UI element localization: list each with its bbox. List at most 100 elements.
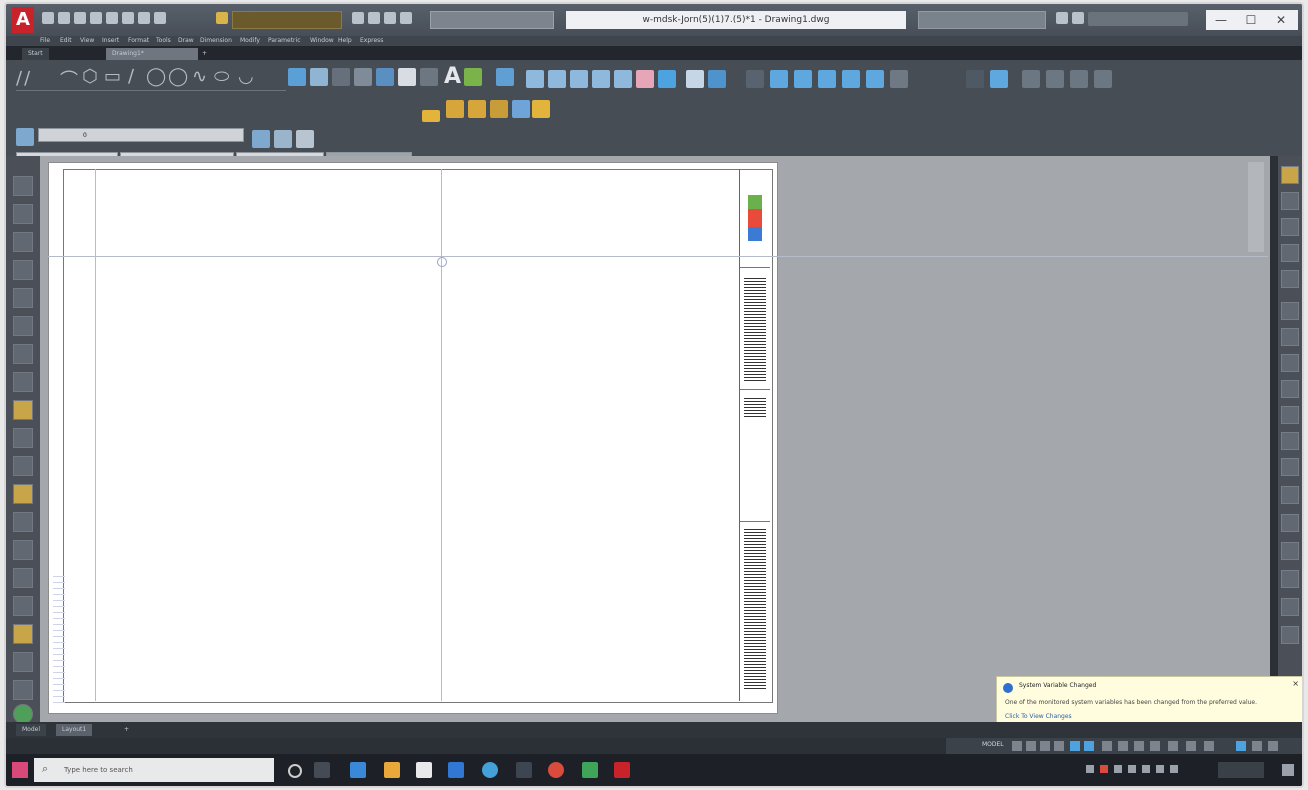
layer-dropdown[interactable]: 0	[38, 128, 244, 142]
pencil-icon[interactable]	[1281, 166, 1299, 184]
modify-palette-icon[interactable]	[1281, 486, 1299, 504]
dim-tool-icon[interactable]	[966, 70, 984, 88]
multiline-text-icon[interactable]: A	[444, 64, 461, 89]
palette-tool-icon[interactable]	[13, 288, 33, 308]
rectangle-icon[interactable]: ▭	[104, 66, 121, 87]
volume-icon[interactable]	[1156, 765, 1164, 773]
ellipse-icon[interactable]: ⬭	[214, 66, 229, 87]
workspace-switch-icon[interactable]	[1150, 741, 1160, 751]
menu-edit[interactable]: Edit	[60, 36, 72, 46]
modify-palette-icon[interactable]	[1281, 542, 1299, 560]
language-icon[interactable]	[1170, 765, 1178, 773]
annotation-scale-icon[interactable]	[1118, 741, 1128, 751]
palette-tool-icon[interactable]	[13, 456, 33, 476]
open-icon[interactable]	[58, 12, 70, 24]
qa-tool-icon[interactable]	[352, 12, 364, 24]
menu-tools[interactable]: Tools	[156, 36, 171, 46]
qa-tool-icon[interactable]	[368, 12, 380, 24]
insert-block-icon[interactable]	[288, 68, 306, 86]
vertical-scrollbar[interactable]	[1248, 162, 1264, 252]
polygon-icon[interactable]: ⬡	[82, 66, 98, 87]
view-changes-link[interactable]: Click To View Changes	[1005, 713, 1072, 720]
ellipse-arc-icon[interactable]: ◡	[238, 66, 254, 87]
customization-icon[interactable]	[1268, 741, 1278, 751]
modify-tool-icon[interactable]	[570, 70, 588, 88]
modify-tool-icon[interactable]	[548, 70, 566, 88]
palette-tool-icon[interactable]	[13, 176, 33, 196]
modify-palette-icon[interactable]	[1281, 354, 1299, 372]
network-icon[interactable]	[1142, 765, 1150, 773]
palette-tool-icon[interactable]	[13, 680, 33, 700]
palette-tool-icon[interactable]	[13, 372, 33, 392]
modify-palette-icon[interactable]	[1281, 626, 1299, 644]
tab-layout1[interactable]: Layout1	[56, 724, 93, 736]
hardware-acceleration-icon[interactable]	[1236, 741, 1246, 751]
move-icon[interactable]	[1281, 302, 1299, 320]
dim-tool-icon[interactable]	[1070, 70, 1088, 88]
menu-help[interactable]: Help	[338, 36, 352, 46]
snap-toggle-icon[interactable]	[1026, 741, 1036, 751]
modify-tool-icon[interactable]	[614, 70, 632, 88]
menu-parametric[interactable]: Parametric	[268, 36, 301, 46]
view-tool-icon[interactable]	[770, 70, 788, 88]
search-box[interactable]	[430, 11, 554, 29]
new-icon[interactable]	[42, 12, 54, 24]
menu-dimension[interactable]: Dimension	[200, 36, 232, 46]
layer-tool-icon[interactable]	[532, 100, 550, 118]
maximize-button[interactable]: ☐	[1236, 10, 1266, 30]
layer-state-icon[interactable]	[274, 130, 292, 148]
qa-tool-icon[interactable]	[384, 12, 396, 24]
modify-tool-icon[interactable]	[526, 70, 544, 88]
help-bar[interactable]	[1088, 12, 1188, 26]
workspace-icon[interactable]	[216, 12, 228, 24]
tray-chevron-icon[interactable]	[1086, 765, 1094, 773]
layer-tool-icon[interactable]	[468, 100, 486, 118]
modify-tool-icon[interactable]	[658, 70, 676, 88]
taskbar-app-icon[interactable]	[516, 762, 532, 778]
polyline-icon[interactable]: ⌒	[60, 66, 78, 92]
cart-icon[interactable]	[1072, 12, 1084, 24]
lineweight-toggle-icon[interactable]	[1102, 741, 1112, 751]
tray-app-icon[interactable]	[1100, 765, 1108, 773]
isolate-objects-icon[interactable]	[1204, 741, 1214, 751]
layer-state-icon[interactable]	[252, 130, 270, 148]
dim-tool-icon[interactable]	[1094, 70, 1112, 88]
modify-palette-icon[interactable]	[1281, 514, 1299, 532]
point-icon[interactable]	[332, 68, 350, 86]
palette-tool-icon[interactable]	[13, 596, 33, 616]
autocad-logo-icon[interactable]: A	[12, 7, 34, 33]
notification-center-icon[interactable]	[1282, 764, 1294, 776]
palette-tool-icon[interactable]	[13, 204, 33, 224]
menu-draw[interactable]: Draw	[178, 36, 194, 46]
dim-tool-icon[interactable]	[1022, 70, 1040, 88]
modify-palette-icon[interactable]	[1281, 380, 1299, 398]
taskbar-search-input[interactable]: Type here to search	[34, 758, 274, 782]
layer-properties-icon[interactable]	[16, 128, 34, 146]
view-tool-icon[interactable]	[890, 70, 908, 88]
modify-tool-icon[interactable]	[686, 70, 704, 88]
modify-palette-icon[interactable]	[1281, 270, 1299, 288]
osnap-toggle-icon[interactable]	[1070, 741, 1080, 751]
model-space-label[interactable]: MODEL	[982, 741, 1004, 748]
rotate-icon[interactable]	[1281, 328, 1299, 346]
dim-tool-icon[interactable]	[990, 70, 1008, 88]
modify-palette-icon[interactable]	[1281, 244, 1299, 262]
tray-app-icon[interactable]	[1114, 765, 1122, 773]
share-icon[interactable]	[154, 12, 166, 24]
region-icon[interactable]	[398, 68, 416, 86]
arc-icon[interactable]: ∕	[128, 66, 134, 87]
units-icon[interactable]	[1168, 741, 1178, 751]
modify-palette-icon[interactable]	[1281, 432, 1299, 450]
tab-model[interactable]: Model	[16, 724, 47, 736]
plot-icon[interactable]	[106, 12, 118, 24]
modify-palette-icon[interactable]	[1281, 598, 1299, 616]
saveas-icon[interactable]	[90, 12, 102, 24]
modify-tool-icon[interactable]	[708, 70, 726, 88]
palette-tool-icon[interactable]	[13, 540, 33, 560]
taskbar-app-icon[interactable]	[384, 762, 400, 778]
view-tool-icon[interactable]	[818, 70, 836, 88]
hatch-icon[interactable]	[354, 68, 372, 86]
modify-tool-icon[interactable]	[636, 70, 654, 88]
taskbar-app-icon[interactable]	[416, 762, 432, 778]
annotation-visibility-icon[interactable]	[1134, 741, 1144, 751]
